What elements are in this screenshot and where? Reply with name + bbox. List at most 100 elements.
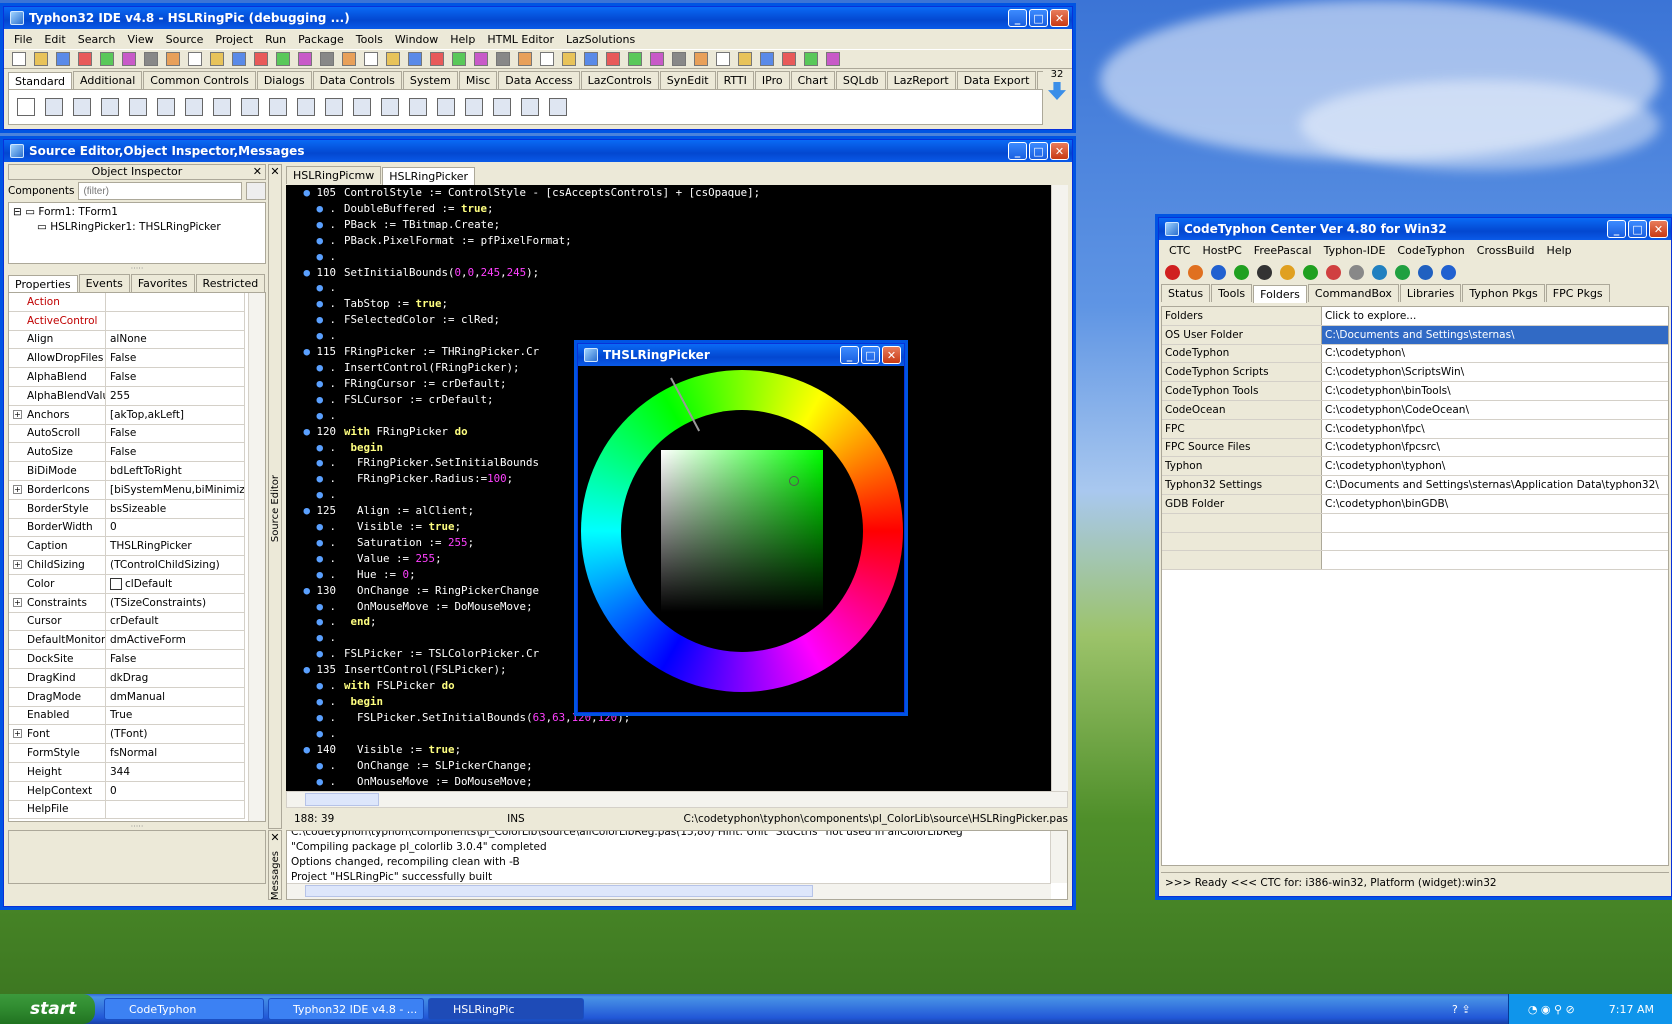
toolbar-icon[interactable] (540, 52, 554, 66)
ctc-menu-hostpc[interactable]: HostPC (1196, 244, 1247, 257)
toolbar-icon[interactable] (364, 52, 378, 66)
toolbar-icon[interactable] (760, 52, 774, 66)
property-row[interactable]: BiDiMode bdLeftToRight (9, 462, 244, 481)
toolbar-icon[interactable] (650, 52, 664, 66)
ctc-menu-freepascal[interactable]: FreePascal (1248, 244, 1318, 257)
menu-package[interactable]: Package (292, 33, 350, 46)
tray-icons[interactable]: ◔ ◉ ⚲ ⊘ (1528, 1003, 1575, 1016)
ide-titlebar[interactable]: Typhon32 IDE v4.8 - HSLRingPic (debuggin… (4, 7, 1072, 29)
property-row[interactable]: + Font (TFont) (9, 725, 244, 745)
palette-tab-data-controls[interactable]: Data Controls (312, 71, 402, 89)
picker-titlebar[interactable]: THSLRingPicker _ □ ✕ (578, 344, 904, 366)
toolbar-icon[interactable] (628, 52, 642, 66)
ctc-menu-ctc[interactable]: CTC (1163, 244, 1196, 257)
folder-path[interactable]: C:\codetyphon\binGDB\ (1322, 495, 1668, 513)
toolbar-icon[interactable] (210, 52, 224, 66)
ctc-tool-icon[interactable] (1441, 264, 1456, 280)
toolbar-icon[interactable] (78, 52, 92, 66)
toolbar-icon[interactable] (562, 52, 576, 66)
ctc-menu-crossbuild[interactable]: CrossBuild (1471, 244, 1541, 257)
menu-tools[interactable]: Tools (350, 33, 389, 46)
component-icon[interactable] (73, 98, 91, 116)
property-row[interactable]: AllowDropFiles False (9, 349, 244, 369)
folder-path[interactable]: C:\codetyphon\ScriptsWin\ (1322, 363, 1668, 381)
property-value[interactable]: (TSizeConstraints) (106, 597, 244, 609)
folder-row[interactable] (1162, 551, 1668, 571)
property-value[interactable]: bdLeftToRight (106, 465, 244, 477)
toolbar-icon[interactable] (254, 52, 268, 66)
property-row[interactable]: AutoScroll False (9, 424, 244, 444)
toolbar-icon[interactable] (276, 52, 290, 66)
ctc-tab-typhon-pkgs[interactable]: Typhon Pkgs (1462, 284, 1545, 302)
component-icon[interactable] (297, 98, 315, 116)
property-value[interactable]: True (106, 709, 244, 721)
folder-row[interactable]: GDB Folder C:\codetyphon\binGDB\ (1162, 494, 1668, 514)
toolbar-icon[interactable] (34, 52, 48, 66)
palette-tab-sqldb[interactable]: SQLdb (835, 71, 886, 89)
property-row[interactable]: FormStyle fsNormal (9, 744, 244, 763)
property-value[interactable]: False (106, 371, 244, 383)
property-value[interactable]: False (106, 427, 244, 439)
ctc-tool-icon[interactable] (1257, 264, 1272, 280)
component-icon[interactable] (129, 98, 147, 116)
property-row[interactable]: Caption THSLRingPicker (9, 537, 244, 557)
property-value[interactable]: 255 (106, 390, 244, 402)
menu-help[interactable]: Help (444, 33, 481, 46)
palette-tab-fpweb[interactable]: fpWeb (1037, 71, 1043, 89)
folder-row[interactable]: CodeTyphon Scripts C:\codetyphon\ScriptsW… (1162, 363, 1668, 383)
component-icon[interactable] (465, 98, 483, 116)
component-icon[interactable] (325, 98, 343, 116)
property-row[interactable]: BorderStyle bsSizeable (9, 499, 244, 519)
pointer-icon[interactable] (17, 98, 35, 116)
property-row[interactable]: Enabled True (9, 706, 244, 726)
property-row[interactable]: ActiveControl (9, 311, 244, 331)
taskbar-item-ide[interactable]: Typhon32 IDE v4.8 - ... (268, 998, 424, 1020)
property-value[interactable]: (TFont) (106, 728, 244, 740)
menu-window[interactable]: Window (389, 33, 444, 46)
minimize-icon[interactable]: _ (1008, 9, 1027, 27)
toolbar-icon[interactable] (320, 52, 334, 66)
toolbar-icon[interactable] (430, 52, 444, 66)
taskbar-item-codetyphon[interactable]: CodeTyphon (104, 998, 264, 1020)
palette-tab-system[interactable]: System (402, 71, 458, 89)
property-value[interactable]: clDefault (106, 577, 244, 590)
property-row[interactable]: HelpContext 0 (9, 781, 244, 801)
property-value[interactable]: alNone (106, 333, 244, 345)
palette-tab-synedit[interactable]: SynEdit (659, 71, 716, 89)
message-line[interactable]: "Compiling package pl_colorlib 3.0.4" co… (291, 840, 1067, 855)
toolbar-icon[interactable] (452, 52, 466, 66)
property-row[interactable]: HelpFile (9, 800, 244, 820)
ctc-tool-icon[interactable] (1165, 264, 1180, 280)
close-icon[interactable]: ✕ (269, 831, 281, 844)
folder-row[interactable]: Folders Click to explore... (1162, 307, 1668, 326)
ctc-tool-icon[interactable] (1188, 264, 1203, 280)
folder-path[interactable]: C:\codetyphon\typhon\ (1322, 457, 1668, 475)
component-icon[interactable] (45, 98, 63, 116)
toolbar-icon[interactable] (144, 52, 158, 66)
toolbar-icon[interactable] (298, 52, 312, 66)
menu-html-editor[interactable]: HTML Editor (481, 33, 560, 46)
folder-row[interactable]: CodeTyphon Tools C:\codetyphon\binTools\ (1162, 382, 1668, 401)
close-icon[interactable]: ✕ (253, 165, 262, 178)
folder-row[interactable]: Typhon C:\codetyphon\typhon\ (1162, 457, 1668, 477)
palette-tab-lazcontrols[interactable]: LazControls (580, 71, 659, 89)
ctc-tab-tools[interactable]: Tools (1211, 284, 1253, 302)
property-value[interactable]: False (106, 446, 244, 458)
help-icon[interactable]: ? ⇪ (1452, 998, 1492, 1020)
folder-row[interactable] (1162, 532, 1668, 552)
close-icon[interactable]: ✕ (1050, 9, 1069, 27)
expand-icon[interactable]: + (13, 484, 22, 494)
toolbar-icon[interactable] (804, 52, 818, 66)
toolbar-icon[interactable] (122, 52, 136, 66)
toolbar-icon[interactable] (100, 52, 114, 66)
property-value[interactable]: dmManual (106, 691, 244, 703)
toolbar-icon[interactable] (166, 52, 180, 66)
menu-source[interactable]: Source (160, 33, 210, 46)
close-icon[interactable]: ✕ (1649, 220, 1668, 238)
palette-tab-additional[interactable]: Additional (73, 71, 143, 89)
maximize-icon[interactable]: □ (861, 346, 880, 364)
menu-search[interactable]: Search (72, 33, 122, 46)
toolbar-icon[interactable] (584, 52, 598, 66)
horizontal-scrollbar[interactable] (286, 791, 1068, 808)
property-row[interactable]: AutoSize False (9, 443, 244, 463)
